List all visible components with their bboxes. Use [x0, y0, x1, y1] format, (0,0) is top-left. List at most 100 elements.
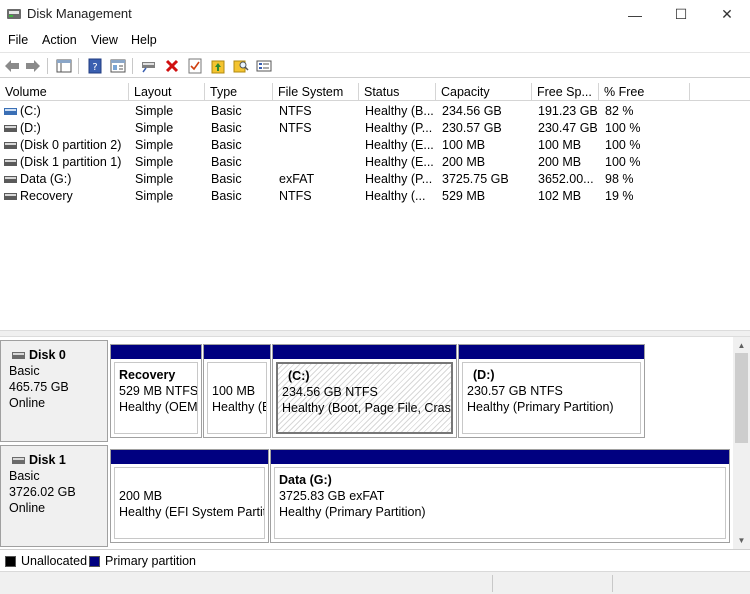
partition-status: Healthy (OEM	[119, 400, 198, 414]
system-volume-icon	[4, 108, 17, 115]
cell-percent-free: 100 %	[605, 155, 641, 169]
partition-data-g-drive[interactable]: Data (G:) 3725.83 GB exFAT Healthy (Prim…	[270, 449, 730, 543]
partition-name: Recovery	[119, 368, 176, 382]
disk-1-name: Disk 1	[29, 453, 66, 467]
chevron-down-icon: ▼	[737, 536, 746, 545]
table-row[interactable]: (Disk 0 partition 2) Simple Basic Healthy (…	[0, 137, 750, 154]
cell-type: Basic	[211, 155, 242, 169]
cell-volume: (C:)	[20, 104, 41, 118]
table-row[interactable]: (D:) Simple Basic NTFS Healthy (P... 230.57 G…	[0, 120, 750, 137]
partition-d-drive-info: (D:) 230.57 GB NTFS Healthy (Primary Par…	[462, 362, 641, 434]
cell-volume: (D:)	[20, 121, 41, 135]
cell-file-system	[279, 137, 357, 154]
cell-capacity: 3725.75 GB	[442, 172, 509, 186]
menu-bar: File Action View Help	[0, 30, 750, 52]
settings-list-button[interactable]	[254, 56, 274, 76]
primary-partition-bar	[111, 450, 268, 464]
show-hide-console-tree-button[interactable]	[54, 56, 74, 76]
cell-capacity: 200 MB	[442, 155, 486, 169]
menu-file[interactable]: File	[8, 33, 28, 47]
table-row[interactable]: (Disk 1 partition 1) Simple Basic Healthy (…	[0, 154, 750, 171]
scrollbar-thumb[interactable]	[735, 353, 748, 443]
connect-disk-icon	[142, 62, 155, 73]
partition-size: 100 MB	[212, 384, 256, 398]
forward-button[interactable]	[23, 56, 43, 76]
toolbar-separator	[132, 58, 133, 74]
partition-c-drive[interactable]: (C:) 234.56 GB NTFS Healthy (Boot, Page …	[272, 344, 457, 438]
primary-partition-bar	[459, 345, 644, 359]
help-icon: ?	[88, 58, 102, 74]
check-button[interactable]	[185, 56, 205, 76]
cell-type: Basic	[211, 121, 242, 135]
search-folder-button[interactable]	[231, 56, 251, 76]
partition-c-drive-info: (C:) 234.56 GB NTFS Healthy (Boot, Page …	[276, 362, 453, 434]
back-button[interactable]	[2, 56, 22, 76]
column-header-type[interactable]: Type	[205, 83, 273, 101]
volume-icon	[4, 125, 17, 132]
partition-d-drive[interactable]: (D:) 230.57 GB NTFS Healthy (Primary Par…	[458, 344, 645, 438]
status-bar-divider	[612, 575, 613, 592]
partition-status: Healthy (Primary Partition)	[467, 400, 614, 414]
partition-disk0-efi[interactable]: 100 MB Healthy (E	[203, 344, 271, 438]
partition-size: 3725.83 GB exFAT	[279, 489, 385, 503]
disk-0-state: Online	[9, 396, 46, 410]
title-bar: Disk Management — ☐ ✕	[0, 0, 750, 29]
menu-view[interactable]: View	[91, 33, 118, 47]
connect-disk-button[interactable]	[139, 56, 159, 76]
pane-splitter[interactable]	[0, 330, 750, 337]
minimize-icon: —	[628, 6, 642, 23]
cell-file-system: NTFS	[279, 121, 312, 135]
table-row[interactable]: Recovery Simple Basic NTFS Healthy (... 529 M…	[0, 188, 750, 205]
svg-text:?: ?	[92, 62, 97, 73]
partition-status: Healthy (E	[212, 400, 267, 414]
partition-disk1-efi[interactable]: 200 MB Healthy (EFI System Partitic	[110, 449, 269, 543]
cell-volume: Recovery	[20, 189, 73, 203]
disk-0-type: Basic	[9, 364, 40, 378]
cell-layout: Simple	[135, 172, 174, 186]
volume-icon	[4, 159, 17, 166]
minimize-button[interactable]: —	[612, 0, 658, 29]
column-header-layout[interactable]: Layout	[129, 83, 205, 101]
disk-1-size: 3726.02 GB	[9, 485, 76, 499]
menu-action[interactable]: Action	[42, 33, 77, 47]
legend-swatch-unallocated	[5, 556, 16, 567]
partition-name: Data (G:)	[279, 473, 332, 487]
scroll-down-button[interactable]: ▼	[733, 532, 750, 549]
close-icon: ✕	[721, 6, 733, 22]
column-header-percent-free[interactable]: % Free	[599, 83, 690, 101]
cell-status: Healthy (...	[365, 189, 426, 203]
maximize-button[interactable]: ☐	[658, 0, 704, 29]
column-header-volume[interactable]: Volume	[0, 83, 129, 101]
disk-icon	[12, 457, 25, 464]
disk-0-label[interactable]: Disk 0 Basic 465.75 GB Online	[0, 340, 108, 442]
help-button[interactable]: ?	[85, 56, 105, 76]
scroll-up-button[interactable]: ▲	[733, 337, 750, 354]
menu-help[interactable]: Help	[131, 33, 157, 47]
column-header-status[interactable]: Status	[359, 83, 436, 101]
volume-icon	[4, 176, 17, 183]
cell-file-system: exFAT	[279, 172, 315, 186]
check-icon	[188, 58, 202, 74]
cell-volume: (Disk 1 partition 1)	[20, 155, 122, 169]
table-row[interactable]: (C:) Simple Basic NTFS Healthy (B... 234.56 G…	[0, 103, 750, 120]
cell-percent-free: 98 %	[605, 172, 634, 186]
disk-view-scrollbar[interactable]: ▲ ▼	[733, 337, 750, 549]
disk-1-label[interactable]: Disk 1 Basic 3726.02 GB Online	[0, 445, 108, 547]
column-header-file-system[interactable]: File System	[273, 83, 359, 101]
table-row[interactable]: Data (G:) Simple Basic exFAT Healthy (P... 37…	[0, 171, 750, 188]
column-header-free-space[interactable]: Free Sp...	[532, 83, 599, 101]
delete-button[interactable]	[162, 56, 182, 76]
chevron-up-icon: ▲	[737, 341, 746, 350]
cell-volume: (Disk 0 partition 2)	[20, 138, 122, 152]
status-bar	[0, 571, 750, 594]
column-header-capacity[interactable]: Capacity	[436, 83, 532, 101]
folder-up-button[interactable]	[208, 56, 228, 76]
close-button[interactable]: ✕	[704, 0, 750, 29]
properties-button[interactable]	[108, 56, 128, 76]
partition-recovery[interactable]: Recovery 529 MB NTFS Healthy (OEM	[110, 344, 202, 438]
show-hide-console-tree-icon	[56, 59, 72, 73]
cell-type: Basic	[211, 172, 242, 186]
toolbar-separator	[47, 58, 48, 74]
disk-1-type: Basic	[9, 469, 40, 483]
partition-name: (D:)	[473, 368, 495, 382]
